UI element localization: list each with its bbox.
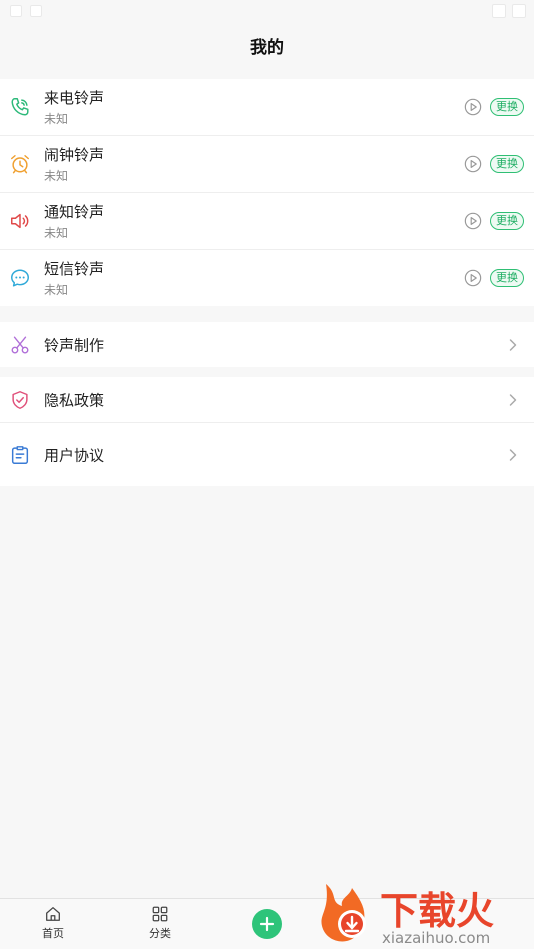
tab-home[interactable]: 首页 — [23, 905, 83, 941]
change-button[interactable]: 更换 — [490, 155, 524, 173]
plus-icon — [259, 916, 275, 932]
menu-item-label: 隐私政策 — [44, 391, 105, 409]
status-notifications — [10, 5, 42, 17]
phone-icon — [11, 98, 29, 116]
ringtone-name: 通知铃声 — [44, 203, 105, 221]
home-icon — [46, 907, 60, 921]
chevron-right-icon — [509, 448, 517, 461]
alarm-clock-icon — [11, 155, 29, 174]
ringtone-name: 短信铃声 — [44, 260, 105, 278]
watermark-brand: 下载火 — [380, 889, 494, 933]
play-icon[interactable] — [464, 155, 482, 173]
watermark-site: xiazaihuo.com — [382, 929, 490, 947]
battery-icon — [512, 4, 526, 18]
ringtone-value: 未知 — [44, 112, 69, 126]
chevron-right-icon — [509, 393, 517, 406]
notification-icon — [10, 5, 22, 17]
tab-label: 首页 — [42, 927, 64, 940]
notification-icon — [30, 5, 42, 17]
grid-icon — [152, 906, 168, 922]
menu-item-user-agreement[interactable]: 用户协议 — [0, 423, 534, 486]
menu-item-label: 铃声制作 — [44, 336, 105, 354]
menu-item-privacy-policy[interactable]: 隐私政策 — [0, 377, 534, 423]
play-icon[interactable] — [464, 212, 482, 230]
change-button[interactable]: 更换 — [490, 212, 524, 230]
page-title: 我的 — [250, 37, 284, 58]
ringtone-value: 未知 — [44, 169, 69, 183]
page-header: 我的 — [0, 24, 534, 66]
shield-icon — [12, 390, 28, 409]
ringtone-name: 闹钟铃声 — [44, 146, 105, 164]
ringtone-row-sms[interactable]: 短信铃声 未知 更换 — [0, 250, 534, 306]
change-button[interactable]: 更换 — [490, 98, 524, 116]
wifi-icon — [492, 4, 506, 18]
ringtone-row-alarm[interactable]: 闹钟铃声 未知 更换 — [0, 136, 534, 193]
status-bar — [0, 0, 534, 24]
add-button[interactable] — [252, 909, 282, 939]
chevron-right-icon — [509, 338, 517, 351]
watermark-logo: 下载火 xiazaihuo.com — [321, 884, 494, 947]
ringtone-section: 来电铃声 未知 更换 闹钟铃声 未知 更换 通知铃声 未知 更换 短信铃声 未知… — [0, 79, 534, 306]
ringtone-value: 未知 — [44, 226, 69, 240]
scissors-icon — [11, 336, 29, 353]
play-icon[interactable] — [464, 269, 482, 287]
menu-item-label: 用户协议 — [44, 446, 105, 464]
document-icon — [11, 445, 29, 464]
menu-item-ringtone-maker[interactable]: 铃声制作 — [0, 322, 534, 367]
tab-category[interactable]: 分类 — [130, 905, 190, 941]
legal-section: 隐私政策 用户协议 — [0, 377, 534, 486]
play-icon[interactable] — [464, 98, 482, 116]
ringtone-row-notification[interactable]: 通知铃声 未知 更换 — [0, 193, 534, 250]
change-button[interactable]: 更换 — [490, 269, 524, 287]
chat-bubble-icon — [11, 269, 29, 287]
ringtone-name: 来电铃声 — [44, 89, 105, 107]
status-indicators — [492, 4, 526, 18]
tools-section: 铃声制作 — [0, 322, 534, 367]
speaker-icon — [11, 213, 29, 229]
tab-label: 分类 — [149, 927, 171, 940]
ringtone-row-call[interactable]: 来电铃声 未知 更换 — [0, 79, 534, 136]
ringtone-value: 未知 — [44, 283, 69, 297]
